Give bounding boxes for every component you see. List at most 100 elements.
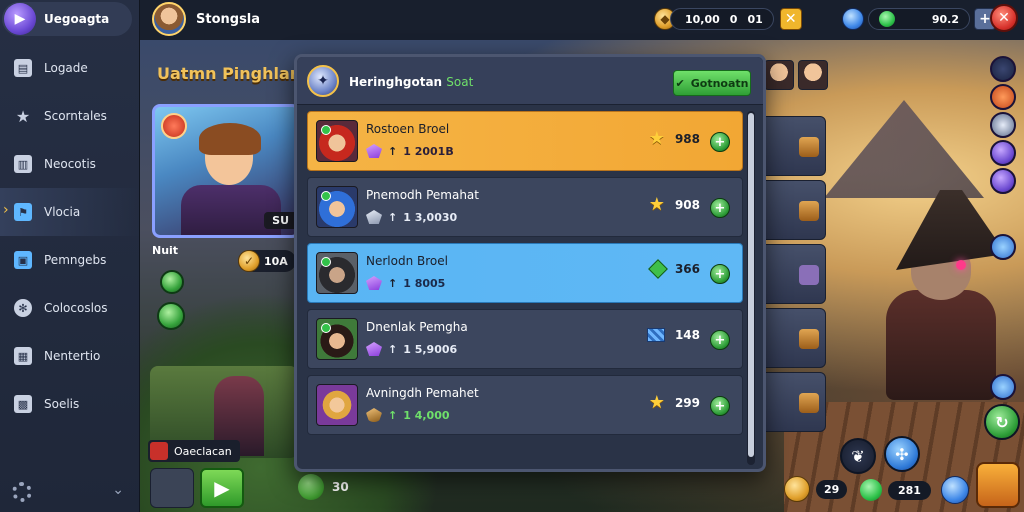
leaf-icon (298, 474, 324, 500)
crystal-icon[interactable] (976, 462, 1020, 508)
sidebar-item-label: Vlocia (44, 205, 81, 219)
modal-cta-button[interactable]: ✔ Gotnoatn (673, 70, 751, 96)
close-button[interactable]: ✕ (990, 4, 1018, 32)
add-button[interactable]: + (710, 396, 730, 416)
timer-icon[interactable] (157, 302, 185, 330)
rail-button[interactable] (990, 140, 1016, 166)
side-card[interactable] (760, 308, 826, 368)
row-name: Nerlodn Broel (366, 254, 448, 268)
crate-icon (799, 393, 819, 413)
hero-card[interactable]: SU (152, 104, 300, 238)
scrollbar-thumb[interactable] (748, 113, 754, 457)
row-sub-value: 1 3,0030 (403, 210, 458, 224)
unit-slot[interactable] (150, 468, 194, 508)
row-score-value: 148 (674, 328, 700, 342)
background-coin-label: ✓ 10A (238, 250, 296, 272)
rail-button[interactable] (990, 112, 1016, 138)
row-score-value: 988 (674, 132, 700, 146)
sidebar-item-label: Logade (44, 61, 88, 75)
sidebar-item-label: Neocotis (44, 157, 96, 171)
sidebar-item-vlocia[interactable]: ⚑ Vlocia (0, 188, 140, 236)
row-sub: ↑ 1 4,000 (366, 408, 450, 422)
side-card[interactable] (760, 244, 826, 304)
list-item[interactable]: Dnenlak Pemgha ↑ 1 5,9006 148 + (307, 309, 743, 369)
tools-icon[interactable]: ✣ (884, 436, 920, 472)
add-button[interactable]: + (710, 132, 730, 152)
list-item[interactable]: Pnemodh Pemahat ↑ 1 3,0030 ★ 908 + (307, 177, 743, 237)
coin-shop-icon[interactable]: ✕ (779, 8, 802, 30)
player-avatar[interactable] (152, 2, 186, 36)
row-name: Rostoen Broel (366, 122, 450, 136)
coin-counter: 29 (784, 476, 848, 502)
chevron-down-icon[interactable]: ⌄ (112, 482, 124, 498)
gem-pill: 90.2 (868, 8, 970, 30)
green-orb-icon[interactable] (160, 270, 184, 294)
star-icon: ★ (648, 128, 665, 149)
gem-green-icon (860, 479, 882, 501)
coin-extra-a: 0 (729, 12, 738, 26)
list-item[interactable]: Rostoen Broel ↑ 1 2001B ★ 988 + (307, 111, 743, 171)
modal-title: Heringhgotan Soat (349, 75, 473, 89)
rail-button[interactable] (990, 374, 1016, 400)
up-arrow-icon: ↑ (388, 408, 398, 422)
hero-hair (199, 123, 261, 155)
sidebar-item-label: Pemngebs (44, 253, 107, 267)
gear-icon: ✻ (14, 299, 32, 317)
row-score-value: 908 (674, 198, 700, 212)
row-sub-value: 1 5,9006 (403, 342, 458, 356)
gem-value: 90.2 (931, 12, 959, 26)
row-sub-value: 1 2001B (403, 144, 454, 158)
side-card[interactable] (760, 116, 826, 176)
scrollbar[interactable] (747, 111, 755, 465)
modal-cta-label: Gotnoatn (690, 76, 749, 90)
row-score-value: 366 (674, 262, 700, 276)
coin-icon: ✓ (238, 250, 260, 272)
sidebar-item-label: Scorntales (44, 109, 107, 123)
portrait-avatar (316, 186, 358, 228)
portrait-avatar (316, 318, 358, 360)
magic-orb-icon[interactable] (940, 476, 969, 504)
sidebar-item-pemngebs[interactable]: ▣ Pemngebs (0, 236, 140, 284)
row-sub: ↑ 1 3,0030 (366, 210, 457, 224)
up-arrow-icon: ↑ (388, 144, 398, 158)
add-button[interactable]: + (710, 198, 730, 218)
row-sub-value: 1 8005 (403, 276, 446, 290)
purple-gem-icon (366, 144, 382, 158)
sidebar-item-colocoslos[interactable]: ✻ Colocoslos (0, 284, 140, 332)
leaf-ability-icon[interactable]: ❦ (840, 438, 876, 474)
crate-icon (799, 137, 819, 157)
chat-icon: ▣ (14, 251, 32, 269)
unit-slot[interactable] (250, 468, 294, 508)
add-button[interactable]: + (710, 330, 730, 350)
sidebar-item-nentertio[interactable]: ▦ Nentertio (0, 332, 140, 380)
row-sub: ↑ 1 2001B (366, 144, 454, 158)
refresh-icon[interactable]: ↻ (984, 404, 1020, 440)
side-card[interactable] (760, 372, 826, 432)
sidebar-item-logade[interactable]: ▤ Logade (0, 44, 140, 92)
gem-green-icon (879, 11, 895, 27)
sidebar-item-neocotis[interactable]: ▥ Neocotis (0, 140, 140, 188)
star-icon: ★ (648, 392, 665, 413)
add-button[interactable]: + (710, 264, 730, 284)
rail-button[interactable] (990, 84, 1016, 110)
portrait-avatar (316, 120, 358, 162)
play-button[interactable]: ▶ (200, 468, 244, 508)
list-item[interactable]: Nerlodn Broel ↑ 1 8005 366 + (307, 243, 743, 303)
sidebar-item-soelis[interactable]: ▩ Soelis (0, 380, 140, 428)
settings-gear-icon[interactable] (12, 482, 32, 502)
rail-button[interactable] (990, 168, 1016, 194)
row-sub: ↑ 1 5,9006 (366, 342, 457, 356)
side-card[interactable] (760, 180, 826, 240)
name-tag: Oaeclacan (148, 440, 240, 462)
player-info[interactable]: Stongsla (152, 0, 260, 38)
rail-button[interactable] (990, 234, 1016, 260)
brand[interactable]: ▶ Uegoagta (2, 2, 132, 36)
sidebar-item-scorntales[interactable]: ★ Scorntales (0, 92, 140, 140)
play-icon: ▶ (4, 3, 36, 35)
wizard-eye (956, 260, 966, 270)
tag-icon (150, 442, 168, 460)
list-item[interactable]: Avningdh Pemahet ↑ 1 4,000 ★ 299 + (307, 375, 743, 435)
sidebar-item-label: Nentertio (44, 349, 101, 363)
coin-pill: 10,00 0 01 (670, 8, 774, 30)
rail-button[interactable] (990, 56, 1016, 82)
